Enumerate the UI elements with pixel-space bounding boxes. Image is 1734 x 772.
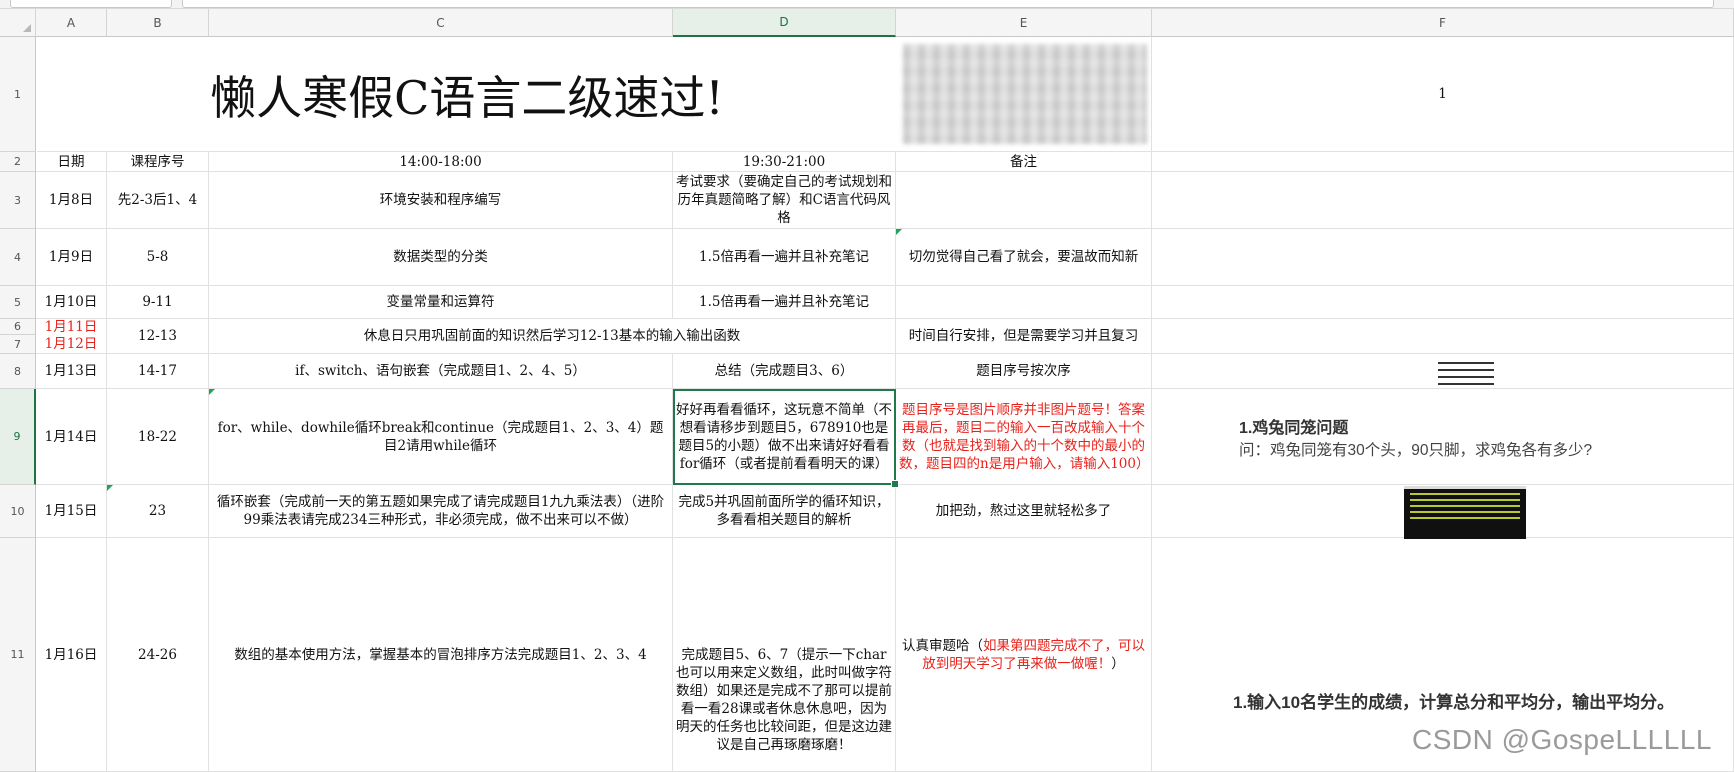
cell-afternoon[interactable]: 变量常量和运算符 — [209, 286, 673, 319]
cell-evening[interactable]: 1.5倍再看一遍并且补充笔记 — [673, 286, 896, 319]
cell-date[interactable]: 1月14日 — [36, 389, 107, 485]
cell-date[interactable]: 1月11日 — [36, 319, 107, 335]
problem-2-text: 1.输入10名学生的成绩，计算总分和平均分，输出平均分。 — [1233, 693, 1675, 712]
cell-f6[interactable] — [1152, 319, 1734, 354]
row-header-9[interactable]: 9 — [0, 389, 36, 485]
cell-notes[interactable]: 时间自行安排，但是需要学习并且复习 — [896, 319, 1152, 354]
cell-date[interactable]: 1月8日 — [36, 172, 107, 229]
notes-prefix: 认真审题哈（ — [902, 637, 983, 654]
cell-date[interactable]: 1月13日 — [36, 354, 107, 389]
row-header-8[interactable]: 8 — [0, 354, 36, 389]
cell-lesson[interactable]: 先2-3后1、4 — [107, 172, 209, 229]
row-header-1[interactable]: 1 — [0, 37, 36, 152]
cell-date[interactable]: 1月16日 — [36, 538, 107, 772]
row-header-3[interactable]: 3 — [0, 172, 36, 229]
header-notes[interactable]: 备注 — [896, 152, 1152, 172]
row-header-4[interactable]: 4 — [0, 229, 36, 286]
column-header-c[interactable]: C — [209, 9, 673, 37]
notes-suffix: ） — [1111, 655, 1125, 672]
cell-evening[interactable]: 考试要求（要确定自己的考试规划和历年真题简略了解）和C语言代码风格 — [673, 172, 896, 229]
cell-date[interactable]: 1月15日 — [36, 485, 107, 538]
cell-lesson[interactable]: 5-8 — [107, 229, 209, 286]
cell-afternoon[interactable]: if、switch、语句嵌套（完成题目1、2、4、5） — [209, 354, 673, 389]
cell-f2[interactable] — [1152, 152, 1734, 172]
fill-handle[interactable] — [891, 480, 899, 488]
cell-notes[interactable]: 题目序号是图片顺序并非图片题号！答案再最后，题目二的输入一百改成输入十个数（也就… — [896, 389, 1152, 485]
console-screenshot-thumbnail[interactable] — [1404, 486, 1526, 539]
notes-rich-text: 认真审题哈（如果第四题完成不了，可以放到明天学习了再来做一做喔！） — [899, 637, 1148, 673]
cell-evening[interactable]: 完成5并巩固前面所学的循环知识，多看看相关题目的解析 — [673, 485, 896, 538]
cell-f3[interactable] — [1152, 172, 1734, 229]
cell-f4[interactable] — [1152, 229, 1734, 286]
cell-notes[interactable] — [896, 286, 1152, 319]
cell-afternoon[interactable]: 数组的基本使用方法，掌握基本的冒泡排序方法完成题目1、2、3、4 — [209, 538, 673, 772]
problem-1-title: 1.鸡兔同笼问题 — [1239, 420, 1349, 437]
cell-lesson[interactable]: 24-26 — [107, 538, 209, 772]
cell-evening[interactable]: 总结（完成题目3、6） — [673, 354, 896, 389]
blurred-image — [903, 44, 1147, 144]
cell-merged-plan[interactable]: 休息日只用巩固前面的知识然后学习12-13基本的输入输出函数 — [209, 319, 896, 354]
name-box[interactable] — [10, 0, 172, 8]
cell-lesson[interactable]: 23 — [107, 485, 209, 538]
row-header-2[interactable]: 2 — [0, 152, 36, 172]
row-header-10[interactable]: 10 — [0, 485, 36, 538]
row-header-6[interactable]: 6 — [0, 319, 36, 335]
cell-notes[interactable]: 加把劲，熬过这里就轻松多了 — [896, 485, 1152, 538]
header-lesson[interactable]: 课程序号 — [107, 152, 209, 172]
cell-lesson[interactable]: 18-22 — [107, 389, 209, 485]
header-afternoon[interactable]: 14:00-18:00 — [209, 152, 673, 172]
sheet-title-cell[interactable]: 懒人寒假C语言二级速过! — [37, 38, 897, 152]
embedded-image-thumbnail[interactable] — [1438, 357, 1494, 387]
formula-bar-area — [0, 0, 1734, 9]
cell-lesson[interactable]: 14-17 — [107, 354, 209, 389]
header-date[interactable]: 日期 — [36, 152, 107, 172]
column-header-f[interactable]: F — [1152, 9, 1734, 37]
cell-evening[interactable]: 1.5倍再看一遍并且补充笔记 — [673, 229, 896, 286]
watermark: CSDN @GospeLLLLLL — [1412, 724, 1712, 755]
cell-date[interactable]: 1月12日 — [36, 335, 107, 354]
cell-notes[interactable]: 题目序号按次序 — [896, 354, 1152, 389]
cell-notes[interactable]: 切勿觉得自己看了就会，要温故而知新 — [896, 229, 1152, 286]
cell-f1[interactable]: 1 — [1152, 37, 1734, 152]
cell-date[interactable]: 1月10日 — [36, 286, 107, 319]
cell-notes[interactable]: 认真审题哈（如果第四题完成不了，可以放到明天学习了再来做一做喔！） — [896, 538, 1152, 772]
column-header-e[interactable]: E — [896, 9, 1152, 37]
cell-evening-selected[interactable]: 好好再看看循环，这玩意不简单（不想看请移步到题目5，678910也是题目5的小题… — [673, 389, 896, 485]
column-header-b[interactable]: B — [107, 9, 209, 37]
cell-afternoon[interactable]: 循环嵌套（完成前一天的第五题如果完成了请完成题目1九九乘法表）（进阶99乘法表请… — [209, 485, 673, 538]
row-header-7[interactable]: 7 — [0, 335, 36, 354]
cell-f5[interactable] — [1152, 286, 1734, 319]
select-all-corner[interactable] — [0, 9, 36, 37]
header-evening[interactable]: 19:30-21:00 — [673, 152, 896, 172]
column-header-d[interactable]: D — [673, 9, 896, 37]
cell-afternoon[interactable]: for、while、dowhile循环break和continue（完成题目1、… — [209, 389, 673, 485]
cell-date[interactable]: 1月9日 — [36, 229, 107, 286]
cell-afternoon[interactable]: 数据类型的分类 — [209, 229, 673, 286]
cell-lesson[interactable]: 12-13 — [107, 319, 209, 354]
cell-lesson[interactable]: 9-11 — [107, 286, 209, 319]
problem-1-text: 问：鸡兔同笼有30个头，90只脚，求鸡兔各有多少? — [1239, 442, 1593, 459]
cell-afternoon[interactable]: 环境安装和程序编写 — [209, 172, 673, 229]
column-header-a[interactable]: A — [36, 9, 107, 37]
formula-input[interactable] — [182, 0, 1714, 8]
cell-evening[interactable]: 完成题目5、6、7（提示一下char也可以用来定义数组，此时叫做字符数组）如果还… — [673, 538, 896, 772]
row-header-5[interactable]: 5 — [0, 286, 36, 319]
row-header-11[interactable]: 11 — [0, 538, 36, 772]
cell-notes[interactable] — [896, 172, 1152, 229]
